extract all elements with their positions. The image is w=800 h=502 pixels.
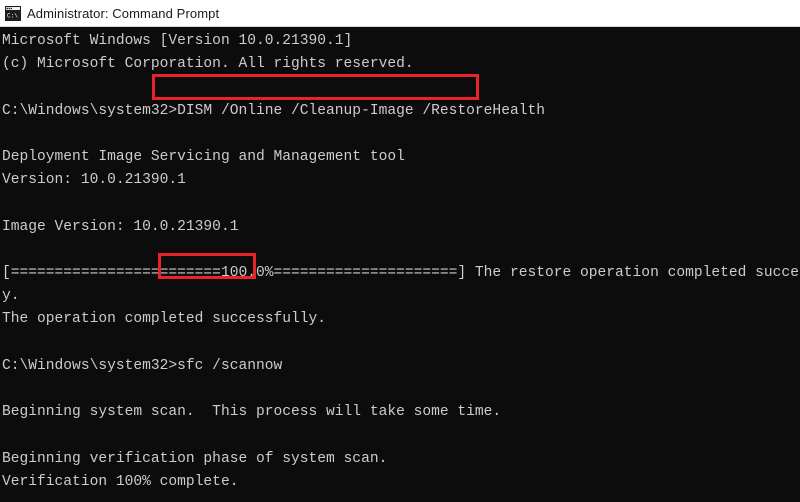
command-prompt-window: C:\ Administrator: Command Prompt Micros… [0, 0, 800, 502]
svg-text:C:\: C:\ [7, 12, 18, 19]
command-prompt-icon: C:\ [5, 5, 21, 21]
console-text: Microsoft Windows [Version 10.0.21390.1]… [2, 33, 800, 490]
title-bar[interactable]: C:\ Administrator: Command Prompt [0, 0, 800, 27]
window-title: Administrator: Command Prompt [27, 5, 220, 21]
console-output-area[interactable]: Microsoft Windows [Version 10.0.21390.1]… [0, 28, 800, 502]
